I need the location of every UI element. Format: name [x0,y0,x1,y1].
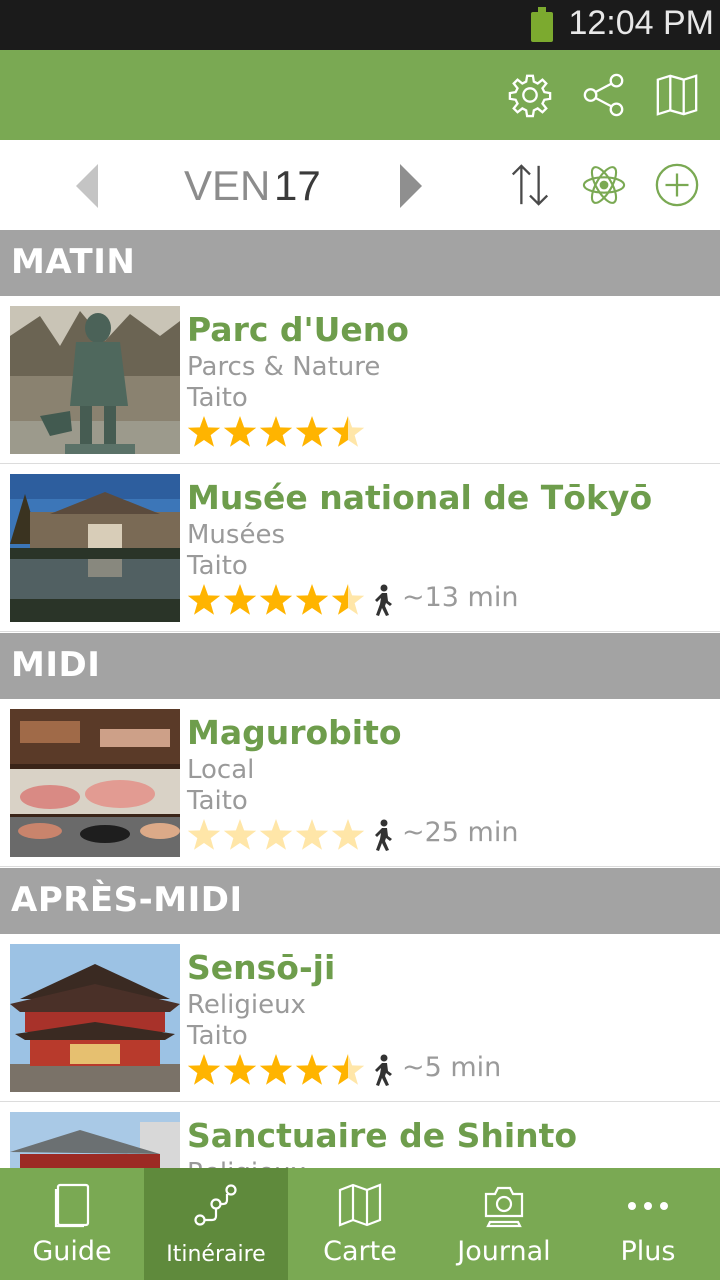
walking-icon [375,1054,392,1086]
route-icon [194,1184,237,1226]
section-label: MIDI [11,645,101,685]
star-icon [295,416,329,447]
star-icon [187,416,221,447]
map-icon [338,1183,382,1227]
share-icon[interactable] [581,72,627,118]
tab-more[interactable]: Plus [576,1168,720,1280]
tab-label: Plus [620,1236,676,1267]
map-icon[interactable] [654,72,700,118]
list-item[interactable]: Musée national de Tōkyō Musées Taito ~13… [0,464,720,632]
star-icon [295,819,329,850]
sushi-thumbnail [10,709,180,857]
list-item[interactable]: Magurobito Local Taito ~25 min [0,699,720,867]
tab-map[interactable]: Carte [288,1168,432,1280]
star-icon [259,1054,293,1085]
rating-stars [187,416,365,447]
book-icon [54,1183,90,1228]
previous-day-icon[interactable] [76,164,98,208]
rating-stars [187,1054,365,1085]
camera-icon [484,1186,524,1228]
walking-icon [375,584,392,616]
item-area: Taito [187,383,248,413]
item-area: Taito [187,551,248,581]
rating-stars [187,584,365,615]
section-label: APRÈS-MIDI [11,880,243,920]
more-icon [628,1202,668,1210]
star-icon [331,1054,365,1085]
item-area: Taito [187,786,248,816]
tab-journal[interactable]: Journal [432,1168,576,1280]
item-category: Religieux [187,990,306,1020]
app-bar [0,50,720,140]
temple-thumbnail [10,944,180,1092]
star-icon [187,1054,221,1085]
walk-time: ~25 min [402,817,519,848]
tab-label: Journal [457,1236,551,1267]
day-number: 17 [274,162,321,209]
next-day-icon[interactable] [400,164,422,208]
item-title: Sensō-ji [187,948,336,987]
atom-icon[interactable] [581,162,627,208]
section-header-noon: MIDI [0,633,720,699]
star-icon [259,584,293,615]
item-category: Local [187,755,255,785]
tab-itinerary[interactable]: Itinéraire [144,1168,288,1280]
item-title: Sanctuaire de Shinto [187,1116,578,1155]
list-item[interactable]: Sensō-ji Religieux Taito ~5 min [0,934,720,1102]
rating-stars [187,819,365,850]
walking-icon [375,819,392,851]
star-icon [331,416,365,447]
star-icon [223,584,257,615]
star-icon [259,819,293,850]
star-icon [331,819,365,850]
star-icon [295,584,329,615]
star-icon [187,819,221,850]
add-icon[interactable] [654,162,700,208]
item-area: Taito [187,1021,248,1051]
walk-time: ~13 min [402,582,519,613]
bottom-navigation: Guide Itinéraire Carte Journal Plus [0,1168,720,1280]
item-title: Musée national de Tōkyō [187,478,653,517]
list-item[interactable]: Parc d'Ueno Parcs & Nature Taito [0,296,720,464]
star-icon [223,416,257,447]
star-icon [259,416,293,447]
tab-label: Guide [32,1236,112,1267]
item-category: Parcs & Nature [187,352,381,382]
tab-label: Itinéraire [166,1242,266,1267]
status-clock: 12:04 PM [568,4,714,42]
star-icon [331,584,365,615]
tab-label: Carte [323,1236,397,1267]
sort-icon[interactable] [507,162,553,208]
item-title: Magurobito [187,713,402,752]
star-icon [223,819,257,850]
gear-icon[interactable] [507,72,553,118]
item-category: Musées [187,520,285,550]
day-name: VEN [184,162,271,209]
date-navigator: VEN 17 [0,140,720,230]
section-header-afternoon: APRÈS-MIDI [0,868,720,934]
tab-guide[interactable]: Guide [0,1168,144,1280]
star-icon [187,584,221,615]
section-header-morning: MATIN [0,230,720,296]
museum-thumbnail [10,474,180,622]
section-label: MATIN [11,242,136,282]
walk-time: ~5 min [402,1052,502,1083]
battery-icon [531,7,553,42]
star-icon [295,1054,329,1085]
item-title: Parc d'Ueno [187,310,409,349]
statue-thumbnail [10,306,180,454]
star-icon [223,1054,257,1085]
status-bar: 12:04 PM [0,0,720,50]
